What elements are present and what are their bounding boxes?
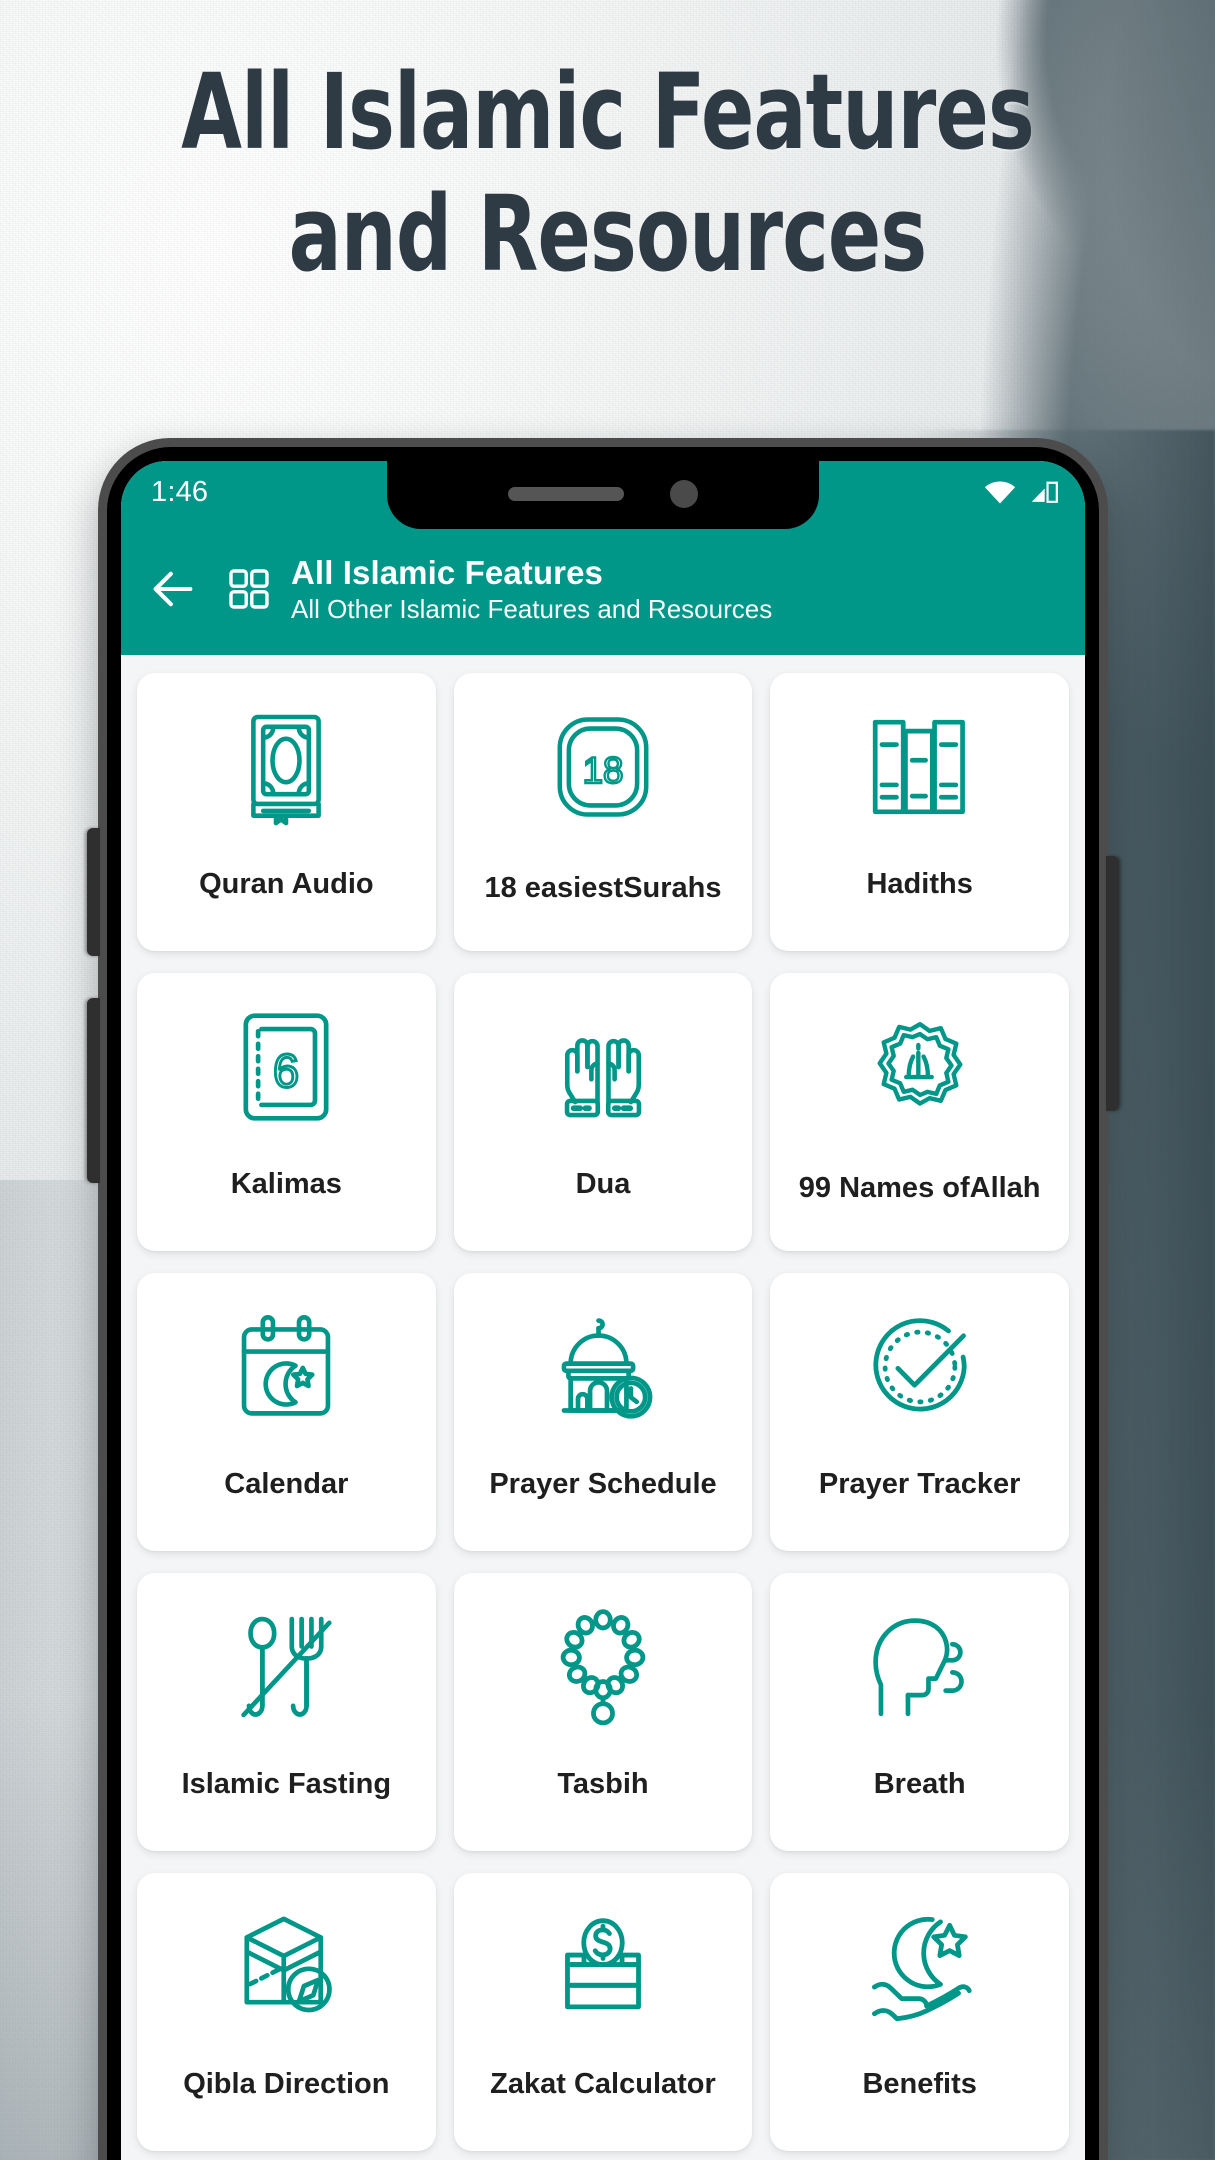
feature-card-calendar[interactable]: Calendar: [137, 1273, 436, 1551]
allah-calligraphy-icon: [780, 1001, 1059, 1133]
money-box-icon: [464, 1901, 743, 2033]
books-icon: [780, 701, 1059, 833]
feature-card-label: Calendar: [224, 1468, 349, 1501]
no-food-utensils-icon: [147, 1601, 426, 1733]
feature-card-label-line1: 99 Names of: [798, 1172, 970, 1205]
app-bar-text: All Islamic Features All Other Islamic F…: [291, 554, 772, 625]
crescent-star-hand-icon: [780, 1901, 1059, 2033]
features-grid: Quran Audio 18 18 easiest Surahs Hadiths…: [121, 655, 1085, 2160]
feature-card-label: Prayer Schedule: [489, 1468, 717, 1501]
feature-card-label-line2: Allah: [969, 1172, 1041, 1205]
prayer-beads-icon: [464, 1601, 743, 1733]
feature-card-label: Tasbih: [557, 1768, 649, 1801]
app-bar: All Islamic Features All Other Islamic F…: [121, 523, 1085, 655]
number-6-frame-icon: 6: [147, 1001, 426, 1133]
feature-card-label: 99 Names of Allah: [780, 1133, 1059, 1251]
promo-headline: All Islamic Features and Resources: [97, 51, 1118, 295]
mosque-clock-icon: [464, 1301, 743, 1433]
feature-card-islamic-fasting[interactable]: Islamic Fasting: [137, 1573, 436, 1851]
grid-4-squares-icon: [229, 569, 269, 609]
page-subtitle: All Other Islamic Features and Resources: [291, 593, 773, 624]
phone-mockup: 1:46 All Islamic Features All Other Isla…: [87, 438, 1119, 2160]
feature-card-breath[interactable]: Breath: [770, 1573, 1069, 1851]
feature-card-99-names-of-allah[interactable]: 99 Names of Allah: [770, 973, 1069, 1251]
feature-card-label: Kalimas: [230, 1168, 342, 1201]
cellular-signal-icon: [1031, 481, 1058, 503]
promo-headline-line-2: and Resources: [288, 172, 928, 295]
promo-headline-line-1: All Islamic Features: [181, 51, 1035, 173]
status-bar-indicators: [983, 478, 1059, 506]
feature-card-label-line2: Surahs: [623, 872, 722, 905]
calendar-crescent-icon: [147, 1301, 426, 1433]
page-title: All Islamic Features: [291, 553, 603, 591]
feature-card-label-line1: 18 easiest: [484, 872, 624, 905]
praying-hands-icon: [464, 1001, 743, 1133]
feature-card-prayer-tracker[interactable]: Prayer Tracker: [770, 1273, 1069, 1551]
svg-text:6: 6: [273, 1045, 299, 1097]
feature-card-label: Islamic Fasting: [181, 1768, 392, 1801]
feature-card-kalimas[interactable]: 6 Kalimas: [137, 973, 436, 1251]
arrow-left-icon[interactable]: [147, 563, 199, 615]
number-18-badge-icon: 18: [464, 701, 743, 833]
feature-card-dua[interactable]: Dua: [453, 973, 753, 1251]
feature-card-label: Benefits: [862, 2068, 977, 2101]
status-bar: 1:46: [121, 461, 1085, 529]
feature-card-hadiths[interactable]: Hadiths: [770, 673, 1069, 951]
feature-card-label: Hadiths: [866, 868, 973, 901]
head-breathing-icon: [780, 1601, 1059, 1733]
status-bar-time: 1:46: [151, 475, 209, 508]
volume-up-button[interactable]: [87, 828, 100, 956]
wifi-icon: [984, 481, 1016, 504]
display-notch: [387, 461, 819, 529]
feature-card-tasbih[interactable]: Tasbih: [453, 1573, 753, 1851]
quran-book-icon: [147, 701, 426, 833]
feature-card-qibla-direction[interactable]: Qibla Direction: [137, 1873, 436, 2151]
feature-card-label: Breath: [873, 1768, 966, 1801]
volume-down-button[interactable]: [87, 998, 100, 1183]
checkmark-circle-icon: [780, 1301, 1059, 1433]
phone-screen: 1:46 All Islamic Features All Other Isla…: [121, 461, 1085, 2160]
feature-card-zakat-calculator[interactable]: Zakat Calculator: [453, 1873, 753, 2151]
feature-card-label: Dua: [575, 1168, 631, 1201]
power-button[interactable]: [1106, 856, 1119, 1111]
feature-card-benefits[interactable]: Benefits: [770, 1873, 1069, 2151]
speaker-grill-icon: [508, 487, 624, 501]
feature-card-quran-audio[interactable]: Quran Audio: [137, 673, 436, 951]
kaaba-compass-icon: [147, 1901, 426, 2033]
feature-card-label: Quran Audio: [199, 868, 374, 901]
feature-card-label: Prayer Tracker: [818, 1468, 1021, 1501]
svg-text:18: 18: [583, 750, 624, 791]
feature-card-label: 18 easiest Surahs: [464, 833, 743, 951]
feature-card-label: Qibla Direction: [183, 2068, 390, 2101]
feature-card-18-easiest-surahs[interactable]: 18 18 easiest Surahs: [453, 673, 753, 951]
front-camera-icon: [670, 480, 698, 508]
feature-card-prayer-schedule[interactable]: Prayer Schedule: [453, 1273, 753, 1551]
feature-card-label: Zakat Calculator: [490, 2068, 716, 2101]
